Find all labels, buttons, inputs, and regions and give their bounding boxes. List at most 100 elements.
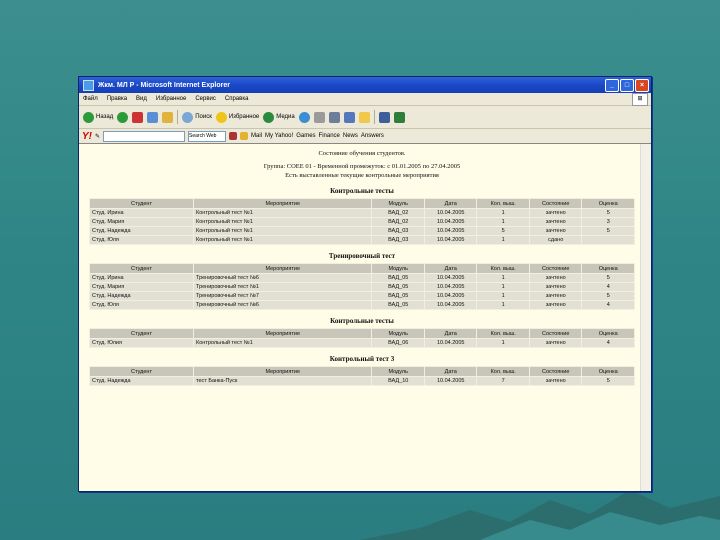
table-cell (582, 236, 634, 244)
maximize-button[interactable]: □ (620, 79, 634, 92)
pencil-icon[interactable]: ✎ (95, 133, 100, 140)
title-bar[interactable]: Жкм. МЛ Р - Microsoft Internet Explorer … (79, 77, 651, 93)
browser-window: Жкм. МЛ Р - Microsoft Internet Explorer … (78, 76, 652, 492)
column-header: Модуль (372, 329, 424, 338)
page-heading: Состояние обучения студентов. (318, 150, 406, 157)
forward-arrow-icon[interactable] (117, 111, 129, 123)
research-icon[interactable] (393, 111, 405, 123)
table-cell: 4 (582, 301, 634, 309)
column-header: Кол. выш. (477, 329, 529, 338)
back-button[interactable]: Назад (83, 111, 113, 123)
windows-flag-icon: ⊞ (632, 93, 648, 106)
close-button[interactable]: × (635, 79, 649, 92)
media-button[interactable]: Медиа (263, 111, 295, 123)
minimize-button[interactable]: _ (605, 79, 619, 92)
table-row: Студ. Юля Тренировочный тест №6 ВАД_05 10.0… (90, 301, 634, 309)
column-header: Модуль (372, 367, 424, 376)
stop-icon[interactable] (132, 111, 144, 123)
table-header-row: Студент Мероприятие Модуль Дата Кол. выш. Сос… (90, 367, 634, 376)
section-title: Контрольные тесты (330, 317, 394, 325)
table-cell: ВАД_02 (372, 209, 424, 217)
column-header: Мероприятие (194, 199, 372, 208)
mail-icon[interactable] (313, 111, 325, 123)
table-cell: зачтено (529, 339, 582, 347)
menu-view[interactable]: Вид (136, 96, 147, 102)
home-icon[interactable] (162, 111, 174, 123)
table-cell: 10.04.2005 (424, 227, 477, 235)
history-icon[interactable] (298, 111, 310, 123)
table-cell: 1 (477, 236, 529, 244)
table-cell: 5 (582, 292, 634, 300)
mail-link[interactable]: Mail (251, 133, 262, 139)
table-cell: Студ. Юля (90, 236, 194, 244)
column-header: Дата (424, 199, 477, 208)
table-cell: 3 (582, 218, 634, 226)
table-cell: 10.04.2005 (424, 339, 477, 347)
table-cell: ВАД_02 (372, 218, 424, 226)
table-cell: ВАД_06 (372, 339, 424, 347)
column-header: Состояние (529, 264, 582, 273)
table-cell: Контрольный тест №1 (194, 209, 372, 217)
folder-icon[interactable] (358, 111, 370, 123)
table-cell: 1 (477, 209, 529, 217)
menu-tools[interactable]: Сервис (195, 96, 216, 102)
table-cell: Контрольный тест №1 (194, 339, 372, 347)
table-row: Студ. Юля Контрольный тест №1 ВАД_03 10.04.… (90, 236, 634, 244)
my-yahoo-link[interactable]: My Yahoo! (265, 133, 293, 139)
media-icon (263, 111, 275, 123)
column-header: Модуль (372, 199, 424, 208)
refresh-icon[interactable] (147, 111, 159, 123)
yahoo-logo[interactable]: Y! (82, 131, 92, 142)
messenger-icon[interactable] (378, 111, 390, 123)
table-cell: 1 (477, 339, 529, 347)
pencil-highlight-icon[interactable] (240, 132, 249, 140)
ie-icon (83, 79, 94, 91)
table-cell: 10.04.2005 (424, 236, 477, 244)
bookmark-icon[interactable] (229, 132, 238, 140)
table-cell: Тренировочный тест №6 (194, 301, 372, 309)
table-header-row: Студент Мероприятие Модуль Дата Кол. выш. Сос… (90, 329, 634, 338)
table-cell: ВАД_03 (372, 236, 424, 244)
table-cell: 1 (477, 218, 529, 226)
results-table: Студент Мероприятие Модуль Дата Кол. выш. Сос… (89, 366, 635, 386)
column-header: Оценка (582, 329, 634, 338)
vertical-scrollbar[interactable] (640, 144, 651, 491)
table-row: Студ. Надежда Контрольный тест №1 ВАД_03 10… (90, 227, 634, 235)
column-header: Дата (424, 264, 477, 273)
print-icon[interactable] (328, 111, 340, 123)
news-link[interactable]: News (343, 133, 358, 139)
menu-edit[interactable]: Правка (107, 96, 127, 102)
menu-help[interactable]: Справка (225, 96, 249, 102)
menu-file[interactable]: Файл (83, 96, 98, 102)
table-row: Студ. Надежда Тренировочный тест №7 ВАД_05… (90, 292, 634, 300)
games-link[interactable]: Games (296, 133, 315, 139)
table-cell: 10.04.2005 (424, 292, 477, 300)
filter-line: Есть выставленные текущие контрольные ме… (285, 172, 439, 179)
table-cell: ВАД_05 (372, 274, 424, 282)
results-table: Студент Мероприятие Модуль Дата Кол. выш. Сос… (89, 198, 635, 245)
table-cell: Тренировочный тест №6 (194, 274, 372, 282)
table-cell: Контрольный тест №1 (194, 227, 372, 235)
table-header-row: Студент Мероприятие Модуль Дата Кол. выш. Сос… (90, 264, 634, 273)
answers-link[interactable]: Answers (361, 133, 384, 139)
table-cell: 1 (477, 301, 529, 309)
table-cell: 10.04.2005 (424, 283, 477, 291)
menu-favorites[interactable]: Избранное (156, 96, 186, 102)
edit-icon[interactable] (343, 111, 355, 123)
table-row: Студ. Ирина Контрольный тест №1 ВАД_02 10.0… (90, 209, 634, 217)
table-cell: зачтено (529, 283, 582, 291)
table-cell: Студ. Надежда (90, 377, 194, 385)
column-header: Состояние (529, 367, 582, 376)
table-cell: зачтено (529, 292, 582, 300)
search-input[interactable] (103, 130, 186, 142)
finance-link[interactable]: Finance (319, 133, 340, 139)
back-arrow-icon (83, 111, 94, 123)
search-button[interactable]: Поиск (182, 111, 212, 123)
search-web-button[interactable]: Search Web (188, 130, 227, 142)
table-row: Студ. Надежда тест Банка-Пуск ВАД_10 10.04.… (90, 377, 634, 385)
table-cell: зачтено (529, 227, 582, 235)
table-cell: Контрольный тест №1 (194, 236, 372, 244)
column-header: Состояние (529, 199, 582, 208)
favorites-button[interactable]: Избранное (215, 111, 259, 123)
column-header: Оценка (582, 264, 634, 273)
